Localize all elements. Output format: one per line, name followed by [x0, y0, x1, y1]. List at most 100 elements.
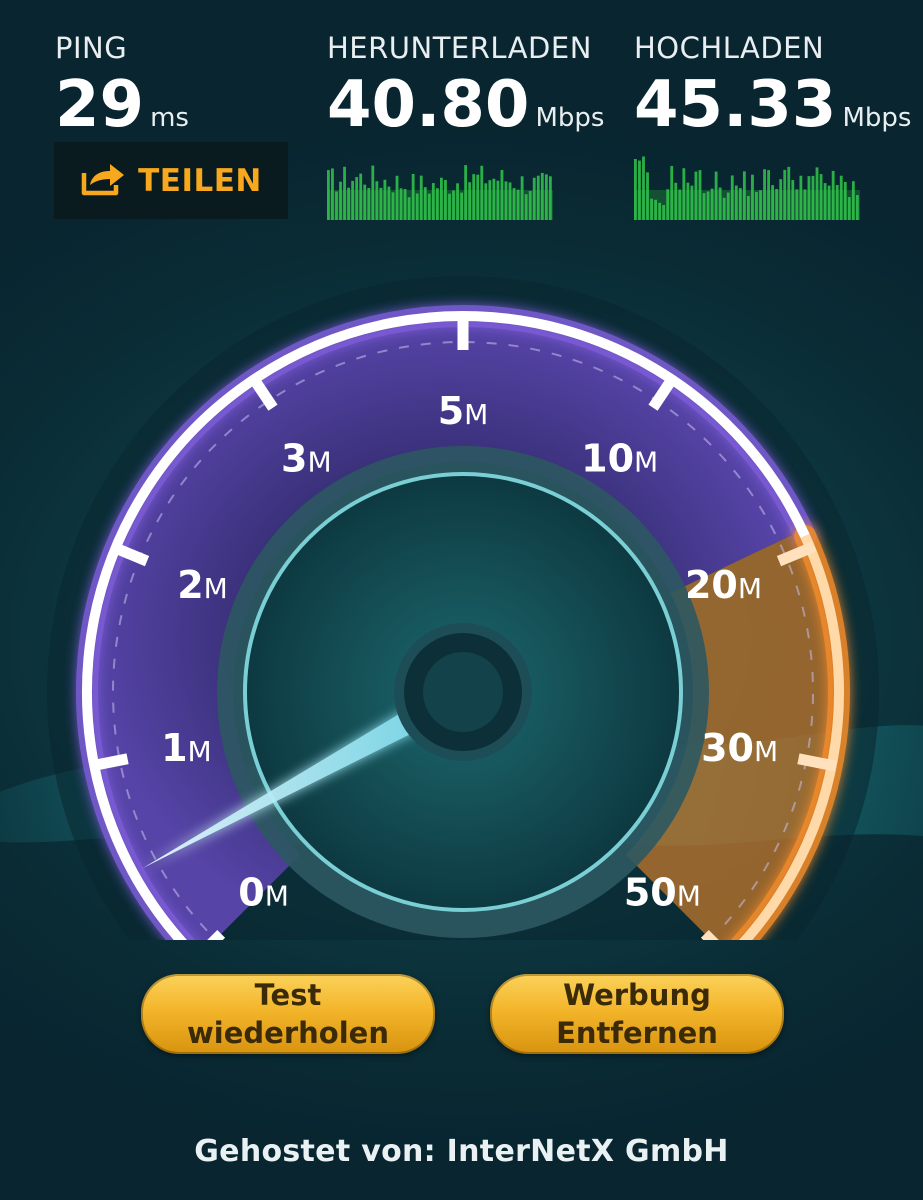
- sparkline-bar: [327, 170, 330, 220]
- sparkline-bar: [759, 190, 762, 220]
- share-label: TEILEN: [138, 162, 262, 199]
- gauge-major-tick: [797, 753, 837, 772]
- sparkline-bar: [694, 171, 698, 220]
- sparkline-bar: [702, 193, 706, 220]
- ping-value-row: 29 ms: [55, 70, 189, 140]
- ping-unit: ms: [150, 103, 189, 133]
- sparkline-bar: [726, 192, 730, 220]
- share-button[interactable]: TEILEN: [54, 142, 288, 219]
- sparkline-bar: [714, 171, 718, 220]
- retest-button[interactable]: Test wiederholen: [141, 974, 435, 1054]
- sparkline-bar: [763, 169, 766, 220]
- sparkline-bar: [520, 176, 524, 220]
- sparkline-bar: [646, 172, 649, 220]
- sparkline-bar: [791, 180, 795, 220]
- sparkline-bar: [516, 189, 520, 220]
- sparkline-bar: [835, 184, 839, 220]
- sparkline-bar: [399, 188, 403, 220]
- sparkline-bar: [359, 173, 363, 220]
- ping-value: 29: [55, 68, 145, 142]
- sparkline-bar: [682, 168, 686, 220]
- sparkline-bar: [654, 199, 657, 220]
- sparkline-bar: [440, 177, 443, 220]
- sparkline-bar: [472, 174, 476, 220]
- download-unit: Mbps: [535, 103, 605, 133]
- sparkline-bar: [464, 165, 468, 220]
- sparkline-bar: [666, 189, 670, 220]
- sparkline-bar: [476, 174, 480, 220]
- sparkline-bar: [371, 165, 375, 220]
- sparkline-bar: [363, 184, 367, 220]
- sparkline-bar: [698, 170, 702, 220]
- sparkline-bar: [347, 187, 350, 220]
- sparkline-bar: [532, 177, 536, 220]
- sparkline-bar: [431, 183, 435, 220]
- sparkline-bar: [480, 165, 484, 220]
- sparkline-bar: [803, 189, 807, 220]
- sparkline-bar: [411, 173, 415, 220]
- gauge-hub-center: [423, 652, 503, 732]
- sparkline-bar: [427, 193, 431, 220]
- sparkline-bar: [504, 181, 508, 220]
- sparkline-bar: [799, 175, 803, 220]
- ping-label: PING: [55, 31, 128, 65]
- sparkline-bar: [642, 156, 645, 220]
- sparkline-bar: [815, 167, 819, 220]
- sparkline-bar: [383, 179, 387, 220]
- sparkline-bar: [678, 189, 682, 220]
- sparkline-bar: [823, 183, 827, 220]
- gauge-major-tick: [89, 753, 129, 772]
- upload-value-row: 45.33 Mbps: [634, 70, 911, 140]
- remove-ads-label: Werbung Entfernen: [556, 978, 718, 1050]
- upload-stat: HOCHLADEN 45.33 Mbps: [634, 30, 911, 140]
- speed-gauge: 0M1M2M3M5M10M20M30M50M: [0, 276, 923, 940]
- sparkline-bar: [448, 193, 451, 220]
- upload-sparkline: [634, 156, 860, 220]
- sparkline-bar: [379, 187, 383, 220]
- sparkline-bar: [460, 192, 463, 220]
- download-value: 40.80: [327, 68, 530, 142]
- sparkline-bar: [468, 182, 472, 220]
- sparkline-bar: [395, 175, 399, 220]
- sparkline-bar: [488, 180, 492, 220]
- sparkline-bar: [738, 188, 742, 220]
- download-label: HERUNTERLADEN: [327, 31, 592, 65]
- sparkline-bar: [734, 185, 738, 220]
- sparkline-bar: [512, 188, 516, 220]
- sparkline-bar: [767, 170, 770, 220]
- sparkline-bar: [839, 175, 843, 220]
- sparkline-bar: [544, 174, 548, 220]
- sparkline-bar: [771, 185, 775, 220]
- sparkline-bar: [331, 168, 334, 220]
- sparkline-bar: [492, 178, 496, 220]
- sparkline-bar: [827, 185, 831, 220]
- sparkline-bar: [540, 172, 544, 220]
- ping-stat: PING 29 ms: [55, 30, 189, 140]
- sparkline-bar: [536, 175, 540, 220]
- sparkline-bar: [500, 169, 504, 220]
- sparkline-bar: [658, 202, 662, 220]
- sparkline-bar: [508, 182, 512, 220]
- remove-ads-button[interactable]: Werbung Entfernen: [490, 974, 784, 1054]
- sparkline-bar: [855, 195, 859, 220]
- upload-label: HOCHLADEN: [634, 31, 825, 65]
- sparkline-bar: [351, 180, 355, 220]
- sparkline-bar: [755, 191, 758, 220]
- sparkline-bar: [670, 165, 674, 220]
- sparkline-bar: [742, 171, 746, 220]
- sparkline-bar: [407, 197, 411, 220]
- sparkline-bar: [650, 198, 653, 220]
- sparkline-bar: [335, 191, 338, 220]
- host-info: Gehostet von: InterNetX GmbH: [194, 1134, 729, 1169]
- sparkline-bar: [811, 175, 815, 220]
- sparkline-bar: [524, 194, 528, 220]
- sparkline-bar: [548, 176, 552, 220]
- sparkline-bar: [391, 192, 395, 220]
- sparkline-bar: [662, 205, 666, 220]
- sparkline-bar: [706, 191, 710, 220]
- sparkline-bar: [387, 186, 391, 220]
- sparkline-bar: [747, 196, 750, 220]
- sparkline-bar: [843, 181, 847, 220]
- upload-unit: Mbps: [842, 103, 912, 133]
- sparkline-bar: [690, 185, 694, 220]
